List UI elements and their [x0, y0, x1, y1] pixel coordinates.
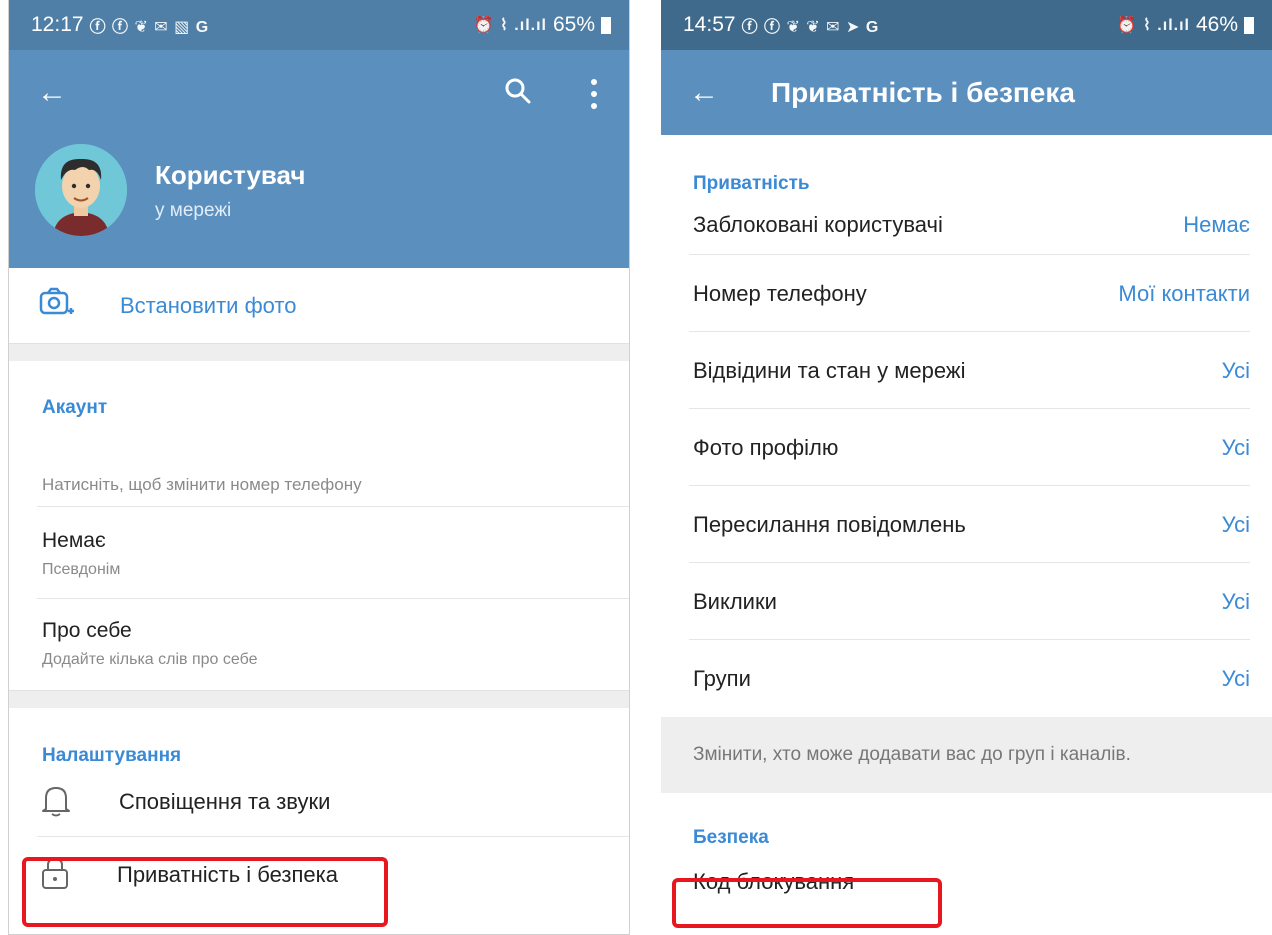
settings-item-notifications[interactable]: Сповіщення та звуки — [9, 767, 629, 837]
privacy-item-label: Фото профілю — [693, 434, 839, 460]
status-time: 14:57 — [683, 13, 736, 36]
avatar[interactable] — [35, 144, 127, 236]
battery-icon — [1244, 16, 1254, 34]
privacy-item-groups[interactable]: Групи Усі — [661, 640, 1272, 717]
lock-icon — [41, 856, 69, 895]
privacy-item-last-seen[interactable]: Відвідини та стан у мережі Усі — [661, 332, 1272, 409]
privacy-item-label: Номер телефону — [693, 280, 867, 306]
username-value: Немає — [42, 529, 106, 552]
settings-item-privacy[interactable]: Приватність і безпека — [9, 837, 629, 913]
privacy-item-label: Заблоковані користувачі — [693, 212, 943, 237]
security-item-label: Код блокування — [693, 869, 855, 894]
privacy-item-value: Мої контакти — [1118, 280, 1250, 306]
section-separator — [9, 690, 629, 708]
privacy-item-value: Усі — [1221, 511, 1250, 537]
privacy-item-blocked[interactable]: Заблоковані користувачі Немає — [661, 195, 1272, 255]
signal-icons: ⏰ ⌇ .ıl.ıl — [473, 17, 547, 34]
bio-hint: Додайте кілька слів про себе — [42, 651, 258, 668]
account-section-header: Акаунт — [9, 361, 629, 419]
account-section-title: Акаунт — [42, 397, 108, 418]
privacy-section-header: Приватність — [661, 135, 1272, 195]
bio-title: Про себе — [42, 619, 132, 642]
security-section-title: Безпека — [693, 827, 769, 848]
privacy-item-value: Усі — [1221, 357, 1250, 383]
privacy-screen: 14:57 ⓕ ⓕ ❦ ❦ ✉ ➤ G ⏰ ⌇ .ıl.ıl 46% ← При… — [661, 0, 1272, 935]
profile-screen: 12:17 ⓕ ⓕ ❦ ✉ ▧ G ⏰ ⌇ .ıl.ıl 65% ← Корис… — [8, 0, 630, 935]
bell-icon — [41, 783, 71, 822]
privacy-item-label: Пересилання повідомлень — [693, 511, 966, 537]
set-photo-label: Встановити фото — [120, 292, 297, 318]
privacy-item-value: Немає — [1183, 212, 1250, 237]
privacy-item-profile-photo[interactable]: Фото профілю Усі — [661, 409, 1272, 486]
settings-item-label: Приватність і безпека — [117, 862, 338, 887]
groups-info-note: Змінити, хто може додавати вас до груп і… — [661, 717, 1272, 793]
search-icon[interactable] — [503, 76, 533, 106]
settings-section-title: Налаштування — [42, 745, 182, 766]
status-bar: 12:17 ⓕ ⓕ ❦ ✉ ▧ G ⏰ ⌇ .ıl.ıl 65% — [9, 0, 629, 50]
app-bar: ← Приватність і безпека — [661, 50, 1272, 135]
phone-hint: Натисніть, щоб змінити номер телефону — [42, 475, 362, 494]
privacy-item-value: Усі — [1221, 665, 1250, 691]
username-caption: Псевдонім — [42, 561, 121, 578]
signal-icons: ⏰ ⌇ .ıl.ıl — [1116, 17, 1190, 34]
profile-name: Користувач — [155, 160, 306, 190]
battery-percent: 46% — [1195, 13, 1238, 36]
privacy-item-value: Усі — [1221, 434, 1250, 460]
username-row[interactable]: Немає Псевдонім — [9, 507, 629, 599]
privacy-item-forwarding[interactable]: Пересилання повідомлень Усі — [661, 486, 1272, 563]
profile-status: у мережі — [155, 200, 232, 221]
settings-section-header: Налаштування — [9, 708, 629, 767]
battery-percent: 65% — [552, 13, 595, 36]
bio-row[interactable]: Про себе Додайте кілька слів про себе — [9, 599, 629, 690]
set-photo-button[interactable]: Встановити фото — [9, 268, 629, 343]
profile-header: ← Користувач у мережі — [9, 50, 629, 268]
status-time: 12:17 — [31, 13, 84, 36]
privacy-item-calls[interactable]: Виклики Усі — [661, 563, 1272, 640]
privacy-item-phone-number[interactable]: Номер телефону Мої контакти — [661, 255, 1272, 332]
more-vert-icon[interactable] — [585, 76, 603, 110]
security-section-header: Безпека — [661, 793, 1272, 849]
back-arrow-icon[interactable]: ← — [689, 76, 719, 110]
back-arrow-icon[interactable]: ← — [37, 76, 67, 110]
settings-item-label: Сповіщення та звуки — [119, 789, 331, 814]
notification-icons: ⓕ ⓕ ❦ ✉ ▧ G — [89, 19, 210, 36]
privacy-item-label: Відвідини та стан у мережі — [693, 357, 966, 383]
status-bar: 14:57 ⓕ ⓕ ❦ ❦ ✉ ➤ G ⏰ ⌇ .ıl.ıl 46% — [661, 0, 1272, 50]
section-separator — [9, 343, 629, 361]
privacy-item-value: Усі — [1221, 588, 1250, 614]
privacy-item-label: Групи — [693, 665, 751, 691]
privacy-item-label: Виклики — [693, 588, 777, 614]
battery-icon — [601, 16, 611, 34]
camera-add-icon — [39, 287, 75, 324]
page-title: Приватність і безпека — [771, 76, 1075, 108]
phone-number-row[interactable]: Натисніть, щоб змінити номер телефону — [9, 419, 629, 507]
security-item-passcode[interactable]: Код блокування — [661, 849, 1272, 915]
privacy-section-title: Приватність — [693, 173, 810, 194]
notification-icons: ⓕ ⓕ ❦ ❦ ✉ ➤ G — [741, 19, 880, 36]
